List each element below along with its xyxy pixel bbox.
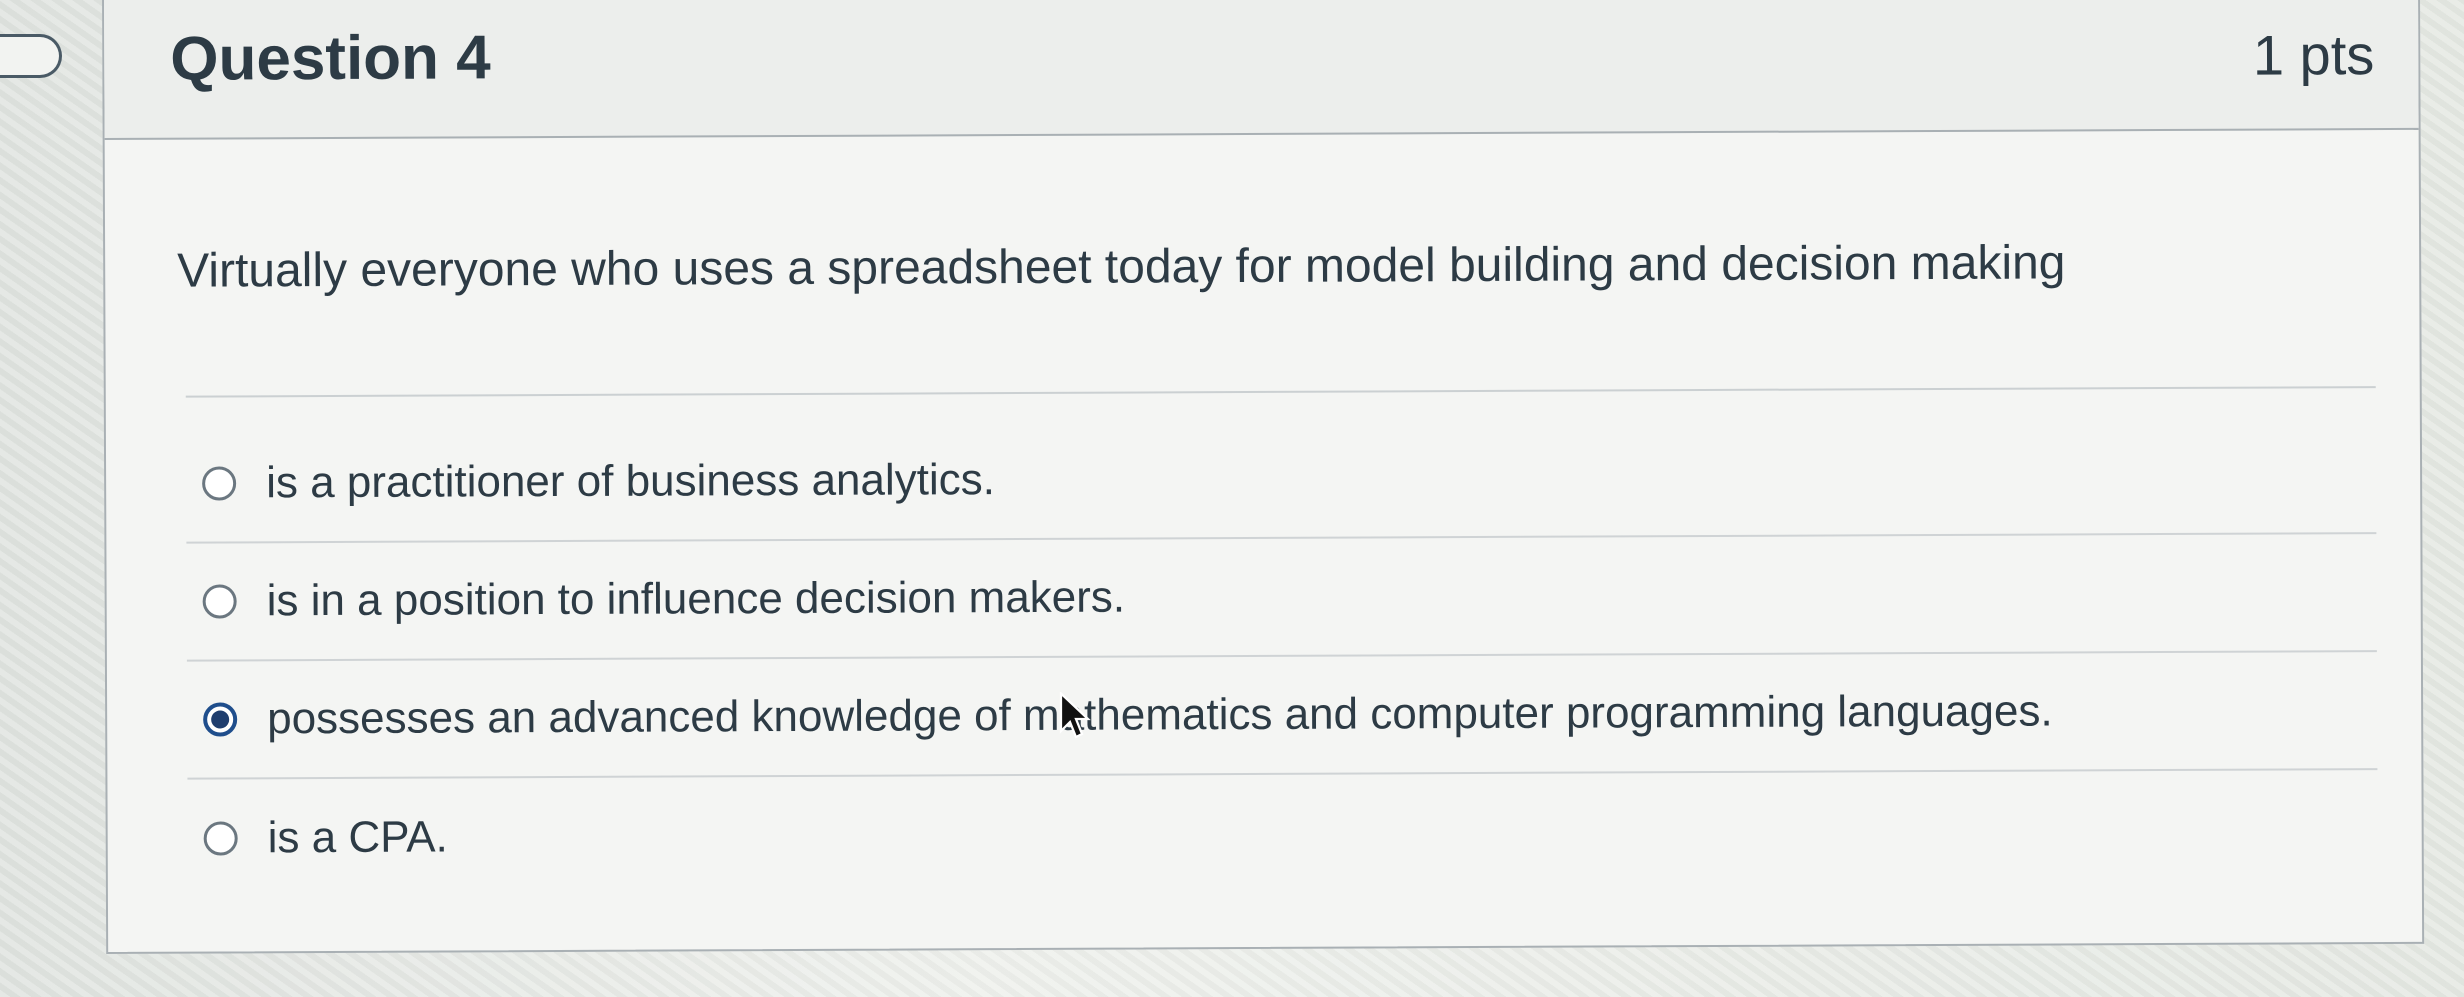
answer-label[interactable]: possesses an advanced knowledge of mathe… <box>267 686 2053 744</box>
question-text: Virtually everyone who uses a spreadshee… <box>177 236 2066 298</box>
answer-list: is a practitioner of business analytics.… <box>185 416 2378 898</box>
radio-unselected-icon[interactable] <box>202 466 237 501</box>
radio-unselected-icon[interactable] <box>203 821 238 856</box>
answer-label[interactable]: is in a position to influence decision m… <box>267 573 1126 627</box>
answer-label[interactable]: is a CPA. <box>268 812 448 863</box>
bookmark-flag-icon[interactable] <box>0 34 62 78</box>
answer-option-4[interactable]: is a CPA. <box>187 770 2377 898</box>
mouse-pointer-icon <box>1059 692 1091 739</box>
question-card: Question 4 1 pts Virtually everyone who … <box>102 0 2425 954</box>
question-points: 1 pts <box>2252 23 2375 87</box>
answer-option-3[interactable]: possesses an advanced knowledge of mathe… <box>186 652 2378 780</box>
answer-option-2[interactable]: is in a position to influence decision m… <box>186 534 2377 662</box>
divider <box>185 386 2376 398</box>
question-header: Question 4 1 pts <box>104 0 2419 140</box>
answer-label[interactable]: is a practitioner of business analytics. <box>266 455 995 508</box>
radio-unselected-icon[interactable] <box>202 584 237 619</box>
radio-selected-icon[interactable] <box>203 702 238 737</box>
question-title: Question 4 <box>170 23 491 94</box>
answer-option-1[interactable]: is a practitioner of business analytics. <box>185 416 2377 544</box>
